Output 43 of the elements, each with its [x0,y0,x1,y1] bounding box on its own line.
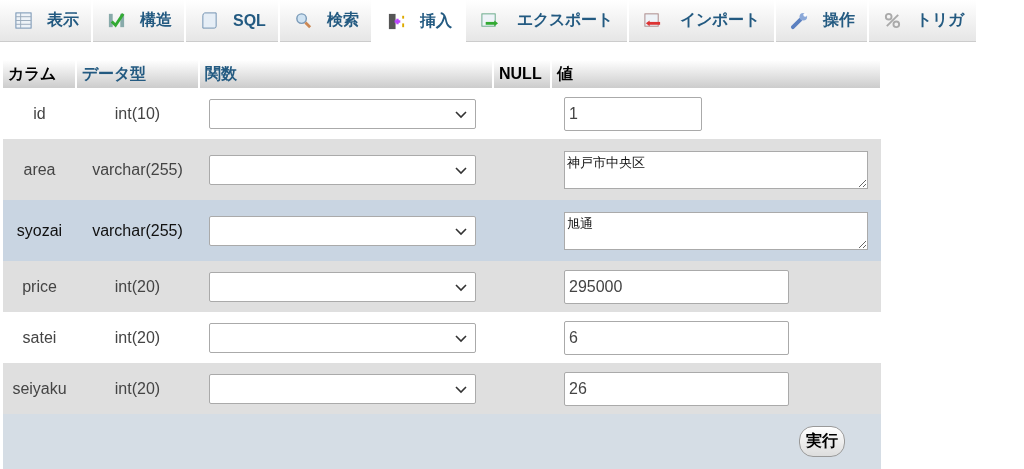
chevron-icon [455,166,467,175]
wrench-icon [789,11,809,30]
column-header: 値 [557,64,573,82]
column-header: 関数 [205,64,237,82]
column-header: NULL [499,65,542,82]
column-name: seiyaku [12,379,67,397]
chart-check-icon [107,11,126,30]
column-header: カラム [8,64,56,82]
value-field[interactable]: 1 [564,96,702,131]
submit-button[interactable]: 実行 [799,426,845,457]
chevron-icon [455,334,467,343]
column-name: price [22,277,57,295]
column-header: データ型 [82,64,146,82]
data-type: int(20) [114,328,161,346]
value-textarea[interactable]: 旭通 [564,211,868,250]
value-field[interactable]: 295000 [564,269,789,304]
column-name: area [23,160,56,178]
column-name: syozai [16,221,63,239]
data-type: int(10) [114,104,161,122]
search-icon [293,11,313,30]
data-type: varchar(255) [92,160,183,178]
function-dropdown[interactable] [209,215,476,246]
data-type: int(20) [114,379,161,397]
data-type: int(20) [114,277,161,295]
import-icon [642,11,662,30]
function-dropdown[interactable] [209,98,476,129]
value-textarea[interactable]: 神戸市中央区 [564,150,868,189]
chevron-icon [455,385,467,394]
export-icon [479,11,499,30]
chevron-icon [455,227,467,236]
value-field[interactable]: 26 [564,371,789,406]
column-name: id [33,104,46,122]
column-name: satei [22,328,57,346]
value-field[interactable]: 6 [564,320,789,355]
chevron-icon [455,283,467,292]
table-icon [14,11,33,30]
function-dropdown[interactable] [209,271,476,302]
data-type: varchar(255) [92,221,183,239]
chevron-icon [455,110,467,119]
function-dropdown[interactable] [209,373,476,404]
function-dropdown[interactable] [209,154,476,185]
function-dropdown[interactable] [209,322,476,353]
insert-icon [386,12,406,31]
